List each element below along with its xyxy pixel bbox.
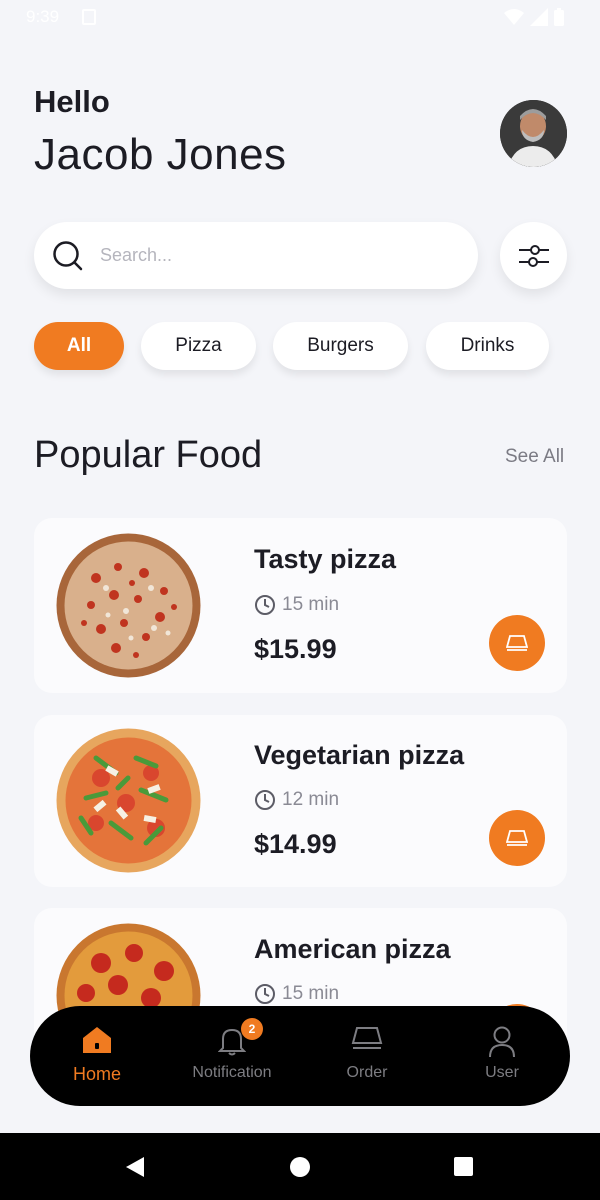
food-image [56,533,201,678]
nav-item-order[interactable]: Order [300,1006,434,1106]
home-icon [83,1027,111,1053]
food-price: $15.99 [254,634,337,664]
food-time: 12 min [282,789,340,810]
search-icon [53,240,83,270]
food-time: 15 min [282,594,340,615]
food-time-row: 15 min [254,983,339,1005]
search-bar[interactable] [34,222,478,289]
recents-icon[interactable] [454,1157,473,1176]
nav-label: Notification [192,1064,272,1081]
nav-item-home[interactable]: Home [30,1006,164,1106]
food-name: Vegetarian pizza [254,740,465,770]
food-card-tasty-pizza[interactable]: Tasty pizza 15 min $15.99 [34,518,567,693]
clock-icon [255,790,275,810]
food-card-vegetarian-pizza[interactable]: Vegetarian pizza 12 min $14.99 [34,715,567,887]
nav-label: Order [346,1064,388,1081]
filter-button[interactable] [500,222,567,289]
battery-icon [554,8,564,26]
food-name: Tasty pizza [254,544,397,574]
sliders-icon [518,244,549,267]
see-all-link[interactable]: See All [505,446,564,468]
bottom-nav: Home 2 Notification Order User [30,1006,570,1106]
back-icon[interactable] [124,1156,146,1178]
nav-label: User [485,1064,519,1081]
status-icons [504,8,564,26]
category-chip-burgers[interactable]: Burgers [273,322,408,370]
food-price: $14.99 [254,829,337,859]
clock-icon [255,595,275,615]
home-circle-icon[interactable] [290,1157,310,1177]
system-nav-bar [0,1133,600,1200]
section-title: Popular Food [34,434,263,476]
food-time: 15 min [282,983,340,1004]
order-tray-icon [506,830,528,846]
user-icon [489,1026,515,1058]
sd-card-icon [82,9,96,25]
wifi-icon [504,9,524,25]
category-chip-pizza[interactable]: Pizza [141,322,256,370]
notification-badge: 2 [241,1018,263,1040]
user-name: Jacob Jones [34,130,287,179]
nav-item-notification[interactable]: 2 Notification [165,1006,299,1106]
add-to-order-button[interactable] [489,615,545,671]
signal-icon [530,8,548,26]
category-chip-all[interactable]: All [34,322,124,370]
category-chip-drinks[interactable]: Drinks [426,322,549,370]
order-icon [351,1027,383,1049]
search-input[interactable] [100,245,440,266]
greeting-text: Hello [34,84,110,119]
food-name: American pizza [254,934,451,964]
order-tray-icon [506,635,528,651]
food-time-row: 15 min [254,594,339,616]
status-bar: 9:39 [0,0,600,36]
food-image [56,728,201,873]
avatar[interactable] [500,100,567,167]
status-time: 9:39 [26,7,60,26]
avatar-photo [500,100,567,167]
nav-item-user[interactable]: User [435,1006,569,1106]
add-to-order-button[interactable] [489,810,545,866]
food-time-row: 12 min [254,789,339,811]
clock-icon [255,984,275,1004]
nav-label: Home [72,1064,121,1084]
